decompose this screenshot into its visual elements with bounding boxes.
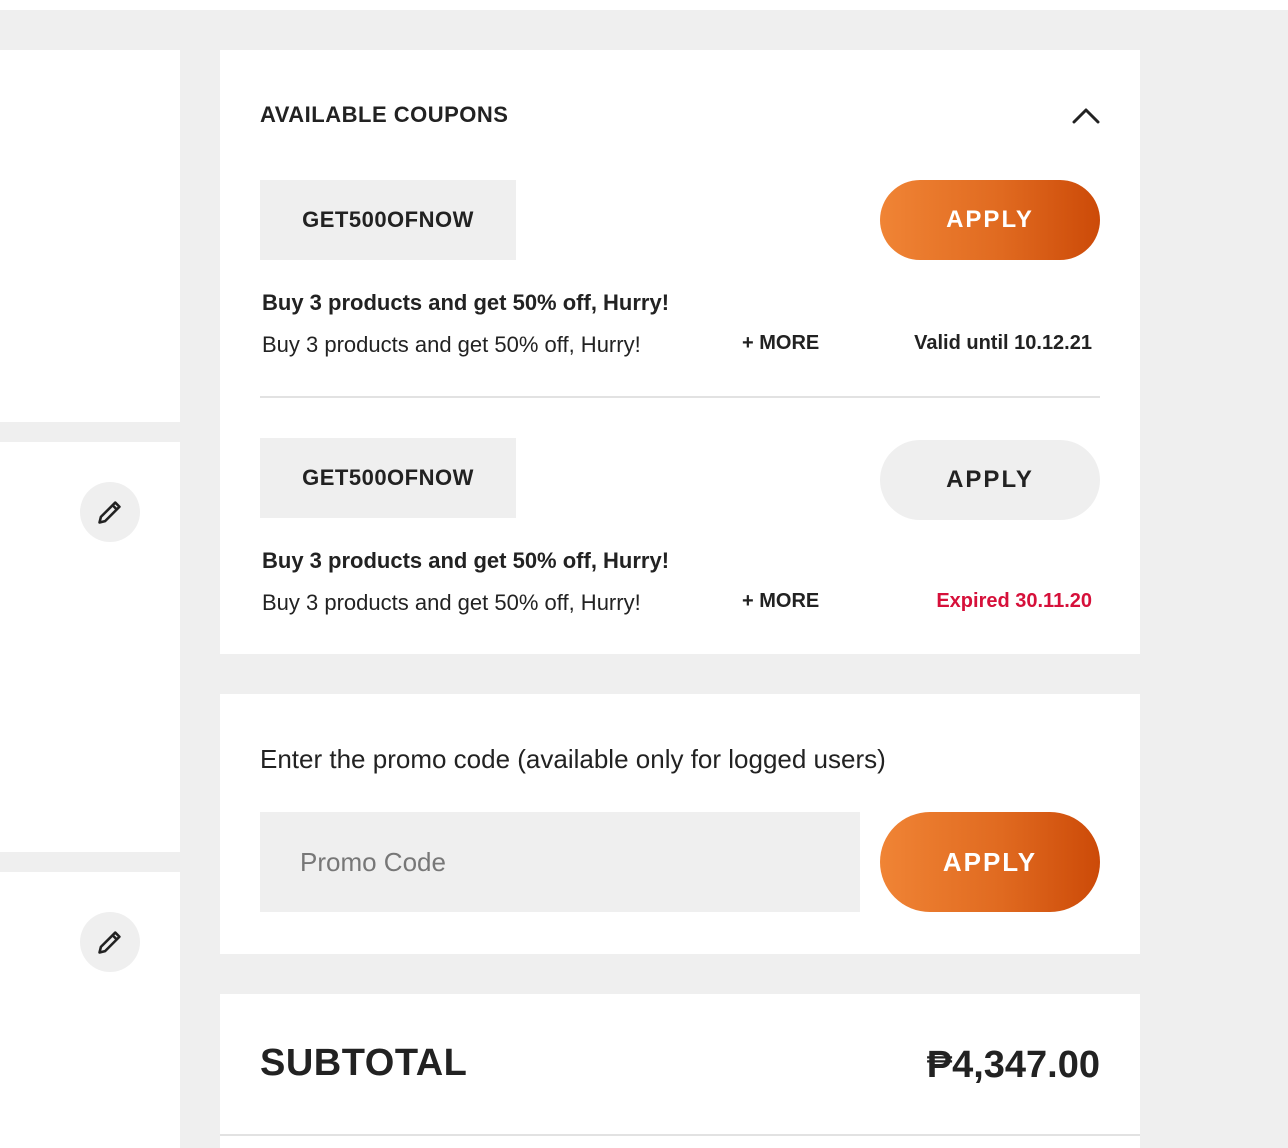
apply-promo-button[interactable]: APPLY xyxy=(880,812,1100,912)
coupon-description: Buy 3 products and get 50% off, Hurry! xyxy=(262,590,641,615)
edit-item-button[interactable] xyxy=(80,482,140,542)
chevron-up-icon xyxy=(1072,108,1100,124)
cart-item-panel-3 xyxy=(0,872,180,1148)
pencil-icon xyxy=(98,931,121,954)
collapse-coupons-button[interactable] xyxy=(1072,102,1100,128)
edit-item-button[interactable] xyxy=(80,912,140,972)
coupon-expired-status: Expired 30.11.20 xyxy=(936,590,1092,612)
pencil-icon xyxy=(98,501,121,524)
apply-coupon-button[interactable]: APPLY xyxy=(880,180,1100,260)
coupon-divider xyxy=(260,396,1100,398)
apply-coupon-button[interactable]: APPLY xyxy=(880,440,1100,520)
coupon-code: GET500OFNOW xyxy=(260,180,516,260)
coupon-more-link[interactable]: + MORE xyxy=(742,590,819,613)
subtotal-label: SUBTOTAL xyxy=(260,1042,468,1084)
order-summary-card: SUBTOTAL ₱4,347.00 xyxy=(220,994,1140,1148)
coupon-description: Buy 3 products and get 50% off, Hurry! xyxy=(262,332,641,357)
coupon-code: GET500OFNOW xyxy=(260,438,516,518)
coupon-more-link[interactable]: + MORE xyxy=(742,332,819,355)
coupon-title: Buy 3 products and get 50% off, Hurry! xyxy=(262,290,670,315)
cart-item-panel-1 xyxy=(0,50,180,422)
summary-divider xyxy=(220,1134,1140,1136)
promo-code-label: Enter the promo code (available only for… xyxy=(260,744,886,774)
promo-code-input[interactable] xyxy=(260,812,860,912)
cart-item-panel-2 xyxy=(0,442,180,852)
subtotal-value: ₱4,347.00 xyxy=(926,1044,1100,1086)
available-coupons-card: AVAILABLE COUPONS GET500OFNOW APPLY Buy … xyxy=(220,50,1140,654)
promo-code-card: Enter the promo code (available only for… xyxy=(220,694,1140,954)
coupon-validity: Valid until 10.12.21 xyxy=(914,332,1092,354)
coupons-title: AVAILABLE COUPONS xyxy=(260,102,509,127)
coupon-title: Buy 3 products and get 50% off, Hurry! xyxy=(262,548,670,573)
